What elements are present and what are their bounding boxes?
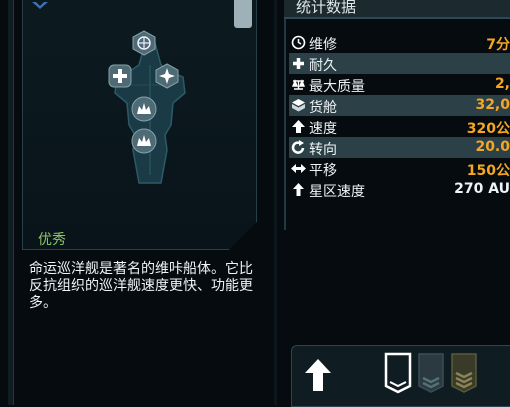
upgrade-toolbar	[291, 345, 510, 407]
up-arrow-icon	[293, 183, 304, 196]
stat-label: 货舱	[309, 100, 337, 116]
stat-label: 速度	[309, 121, 337, 137]
stat-label: 耐久	[309, 58, 337, 74]
stat-value: 20.0	[475, 139, 510, 155]
rotate-icon	[291, 140, 305, 154]
stat-row-turning: 转向 20.0	[289, 137, 510, 158]
stat-row-cargo: 货舱 32,0	[289, 95, 510, 116]
upgrade-arrow-icon[interactable]	[304, 358, 332, 392]
faction-emblem-icon	[32, 2, 48, 9]
stats-title: 统计数据	[296, 0, 357, 16]
scroll-handle[interactable]	[234, 0, 252, 28]
star-slot-icon[interactable]	[154, 63, 180, 89]
ship-panel: 优秀	[22, 0, 257, 250]
cross-icon	[293, 58, 304, 69]
stat-row-strafe: 平移 150公	[289, 158, 510, 179]
up-arrow-icon	[292, 120, 305, 133]
cargo-icon	[292, 99, 305, 112]
stat-label: 星区速度	[309, 184, 365, 200]
stat-value: 7分	[486, 37, 510, 53]
stats-list: 维修 7分 耐久 最大质量 2, 货舱 32,0 速度 320公 转向 20.0…	[289, 32, 510, 200]
stat-value: 270 AU	[454, 181, 510, 197]
weight-icon	[291, 79, 306, 90]
stat-row-durability: 耐久	[289, 53, 510, 74]
rank-badge-3-icon[interactable]	[450, 352, 478, 394]
globe-slot-icon[interactable]	[131, 30, 157, 56]
stat-value: 32,0	[475, 97, 510, 113]
quality-label: 优秀	[38, 232, 66, 248]
stat-label: 转向	[309, 142, 337, 158]
stat-row-max-mass: 最大质量 2,	[289, 74, 510, 95]
strafe-icon	[291, 164, 306, 173]
stat-row-repair: 维修 7分	[289, 32, 510, 53]
stat-row-sector-speed: 星区速度 270 AU	[289, 179, 510, 200]
stat-label: 维修	[309, 37, 337, 53]
stat-value: 2,	[494, 76, 510, 92]
repair-slot-icon[interactable]	[107, 63, 133, 89]
ship-description: 命运巡洋舰是著名的维咔船体。它比反抗组织的巡洋舰速度更快、功能更多。	[29, 261, 253, 311]
rank-badge-2-icon[interactable]	[417, 352, 445, 394]
weapon-slot-icon[interactable]	[131, 96, 157, 122]
stat-label: 最大质量	[309, 79, 365, 95]
left-frame	[8, 0, 14, 405]
weapon-slot-icon[interactable]	[131, 128, 157, 154]
stat-value: 320公	[466, 121, 510, 137]
stat-row-speed: 速度 320公	[289, 116, 510, 137]
panel-divider	[274, 0, 277, 405]
rank-badge-1-icon[interactable]	[384, 352, 412, 394]
stat-label: 平移	[309, 163, 337, 179]
stat-value: 150公	[466, 163, 510, 179]
clock-icon	[291, 35, 306, 50]
